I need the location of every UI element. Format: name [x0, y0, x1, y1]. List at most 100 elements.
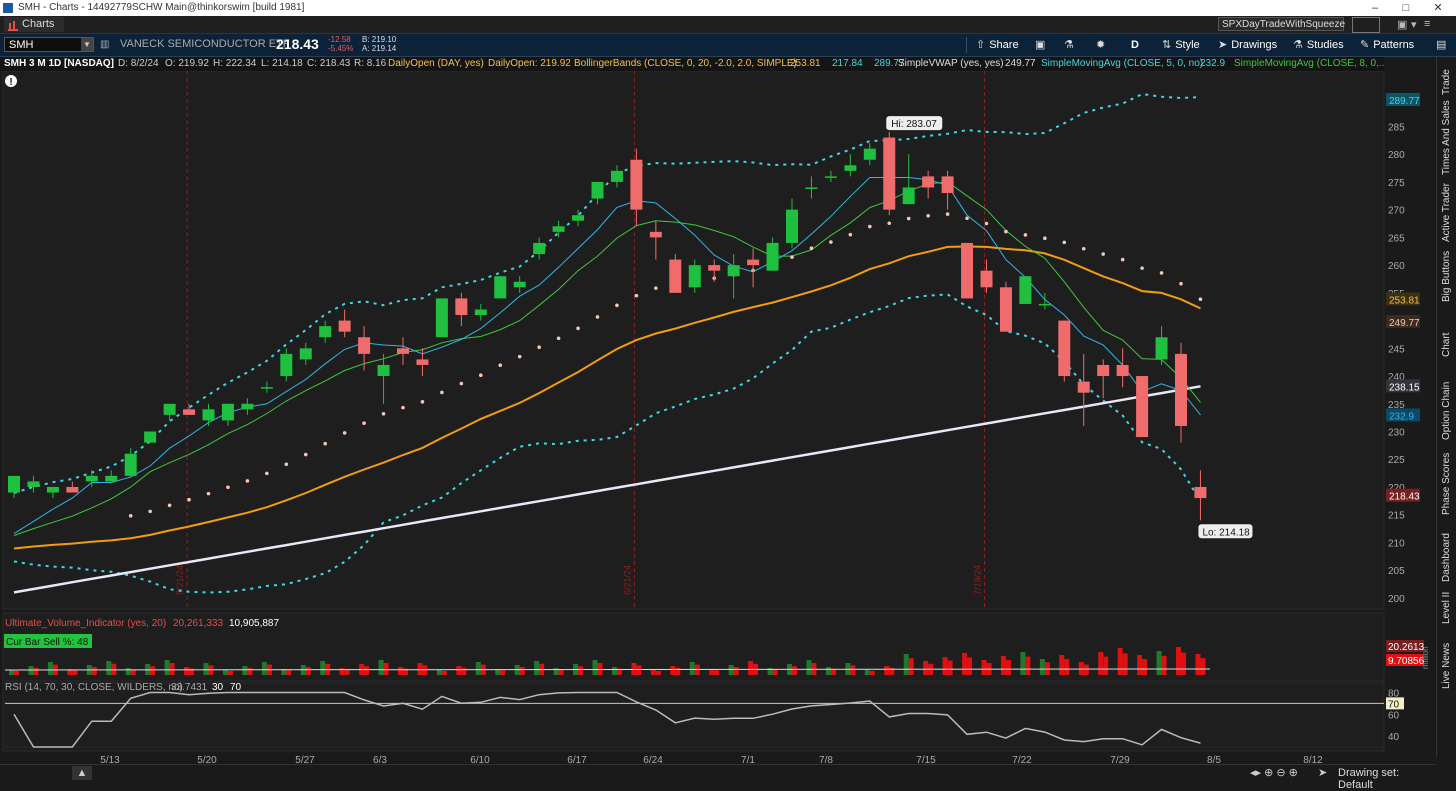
bollinger-study[interactable]: BollingerBands (CLOSE, 0, 20, -2.0, 2.0,… — [574, 57, 797, 71]
candle-body — [105, 475, 118, 482]
studies-button[interactable]: ⚗ Studies — [1293, 37, 1344, 53]
bb-value-2: 217.84 — [832, 58, 863, 69]
collapse-icon[interactable]: ▲ — [72, 766, 92, 780]
rsi-level-tag-label: 70 — [1388, 699, 1400, 710]
candle-body — [474, 309, 487, 316]
candle-body — [1155, 337, 1168, 360]
volume-bar-red — [967, 657, 973, 675]
bb-mid-dot — [1120, 257, 1125, 262]
sidebar-item-label: Phase Scores — [1441, 452, 1452, 515]
window-title-bar: SMH - Charts - 14492779SCHW Main@thinkor… — [0, 0, 1456, 16]
candle-body — [1175, 353, 1187, 426]
volume-bar-green — [1098, 652, 1104, 675]
volume-bar-red — [908, 658, 914, 675]
volume-bar-red — [227, 671, 233, 675]
volume-bar-red — [578, 666, 584, 675]
price-chart[interactable]: 5/21/24 6/21/24 7/19/24 200205210215220225… — [0, 71, 1440, 771]
flask-button[interactable]: ⚗ — [1064, 37, 1078, 53]
volume-bar-green — [242, 666, 248, 675]
tab-charts[interactable]: Charts — [4, 17, 64, 32]
ask-value: A: 219.14 — [362, 44, 397, 53]
sidebar-item-label: Option Chain — [1441, 381, 1452, 440]
volume-bar-green — [1137, 655, 1143, 675]
volume-bar-red — [1103, 656, 1109, 675]
symbol-description: VANECK SEMICONDUCTOR ETF — [120, 38, 290, 50]
link-icon[interactable]: ▣ — [1397, 18, 1407, 31]
preset-selector[interactable]: SPXDayTradeWithSqueeze — [1218, 17, 1345, 31]
volume-bar-green — [1195, 654, 1201, 675]
candle-body — [649, 231, 662, 238]
vwap-study[interactable]: SimpleVWAP (yes, yes) — [898, 57, 1004, 71]
sidebar-item-label: Level II — [1441, 591, 1452, 624]
zoom-controls-icon[interactable]: ◂▸ ⊕ ⊖ ⊕ — [1250, 766, 1298, 779]
settings-button[interactable]: ✹ — [1096, 37, 1109, 53]
flask-icon: ⚗ — [1293, 39, 1303, 51]
drawings-button[interactable]: ➤ Drawings — [1218, 37, 1277, 53]
candle-body — [1058, 320, 1071, 377]
volume-bar-green — [9, 670, 14, 675]
share-icon: ⇧ — [976, 39, 986, 51]
preset-dropdown[interactable] — [1352, 17, 1380, 33]
drawings-label: Drawings — [1231, 39, 1278, 51]
candle-body — [863, 148, 876, 160]
volume-bar-green — [339, 668, 345, 675]
candle-body — [202, 409, 215, 421]
candle-body — [572, 215, 585, 221]
open-value: O: 219.92 — [165, 58, 209, 69]
expand-icon: ▤ — [1436, 39, 1447, 51]
candle-body — [805, 187, 818, 189]
volume-bar-red — [111, 663, 117, 675]
bb-mid-dot — [848, 232, 853, 237]
candle-body — [377, 364, 390, 377]
patterns-button[interactable]: ✎ Patterns — [1360, 37, 1414, 53]
bb-mid-dot — [420, 400, 425, 404]
volume-bar-green — [261, 662, 267, 675]
symbol-menu-icon[interactable]: ▥ — [100, 37, 112, 52]
volume-bar-red — [733, 667, 739, 675]
volume-study-title: Ultimate_Volume_Indicator (yes, 20) — [5, 618, 166, 629]
volume-bar-green — [456, 666, 462, 675]
style-button[interactable]: ⇅ Style — [1162, 37, 1200, 53]
volume-bar-green — [475, 662, 481, 675]
minimize-button[interactable]: – — [1361, 0, 1389, 16]
volume-bar-green — [320, 661, 326, 675]
candle-body — [455, 298, 468, 316]
y-tick-label: 210 — [1388, 538, 1405, 549]
candle-body — [533, 242, 546, 255]
snapshot-button[interactable]: ▣ — [1035, 37, 1049, 53]
volume-bar-green — [728, 665, 734, 675]
drawing-set[interactable]: Drawing set: Default — [1338, 767, 1436, 791]
cursor-icon: ➤ — [1218, 39, 1228, 51]
volume-bar-red — [33, 667, 39, 675]
bb-mid-dot — [517, 354, 522, 359]
candle-body — [727, 265, 740, 277]
settings-icon[interactable]: ▾ — [1411, 18, 1417, 31]
symbol-dropdown-icon[interactable]: ▼ — [81, 38, 93, 51]
maximize-button[interactable]: □ — [1392, 0, 1420, 16]
daily-open-study[interactable]: DailyOpen (DAY, yes) — [388, 57, 484, 71]
volume-bar-red — [500, 670, 506, 675]
volume-bar-green — [398, 667, 403, 675]
volume-bar-red — [72, 670, 78, 675]
candle-body — [66, 486, 79, 493]
daily-open-value: DailyOpen: 219.92 — [488, 58, 571, 69]
expand-button[interactable]: ▤ — [1436, 37, 1450, 53]
menu-icon[interactable]: ≡ — [1424, 18, 1430, 30]
volume-bar-green — [164, 660, 170, 675]
y-tick-label: 225 — [1388, 455, 1405, 466]
sma8-study[interactable]: SimpleMovingAvg (CLOSE, 8, 0,... — [1234, 57, 1384, 71]
y-tick-label: 275 — [1388, 178, 1405, 189]
volume-bar-red — [1083, 664, 1089, 675]
price-panel — [2, 71, 1385, 610]
share-label: Share — [989, 39, 1019, 51]
sma5-study[interactable]: SimpleMovingAvg (CLOSE, 5, 0, no) — [1041, 57, 1203, 71]
candle-body — [824, 176, 837, 178]
month-marker-label: 6/21/24 — [622, 565, 632, 595]
cursor-icon: ➤ — [1318, 767, 1328, 779]
aggregation-button[interactable]: D — [1131, 37, 1139, 53]
bb-mid-dot — [323, 441, 328, 446]
bb-mid-dot — [128, 514, 133, 518]
close-button[interactable]: ✕ — [1424, 0, 1452, 16]
volume-bar-green — [106, 661, 112, 675]
share-button[interactable]: ⇧ Share — [976, 37, 1019, 53]
